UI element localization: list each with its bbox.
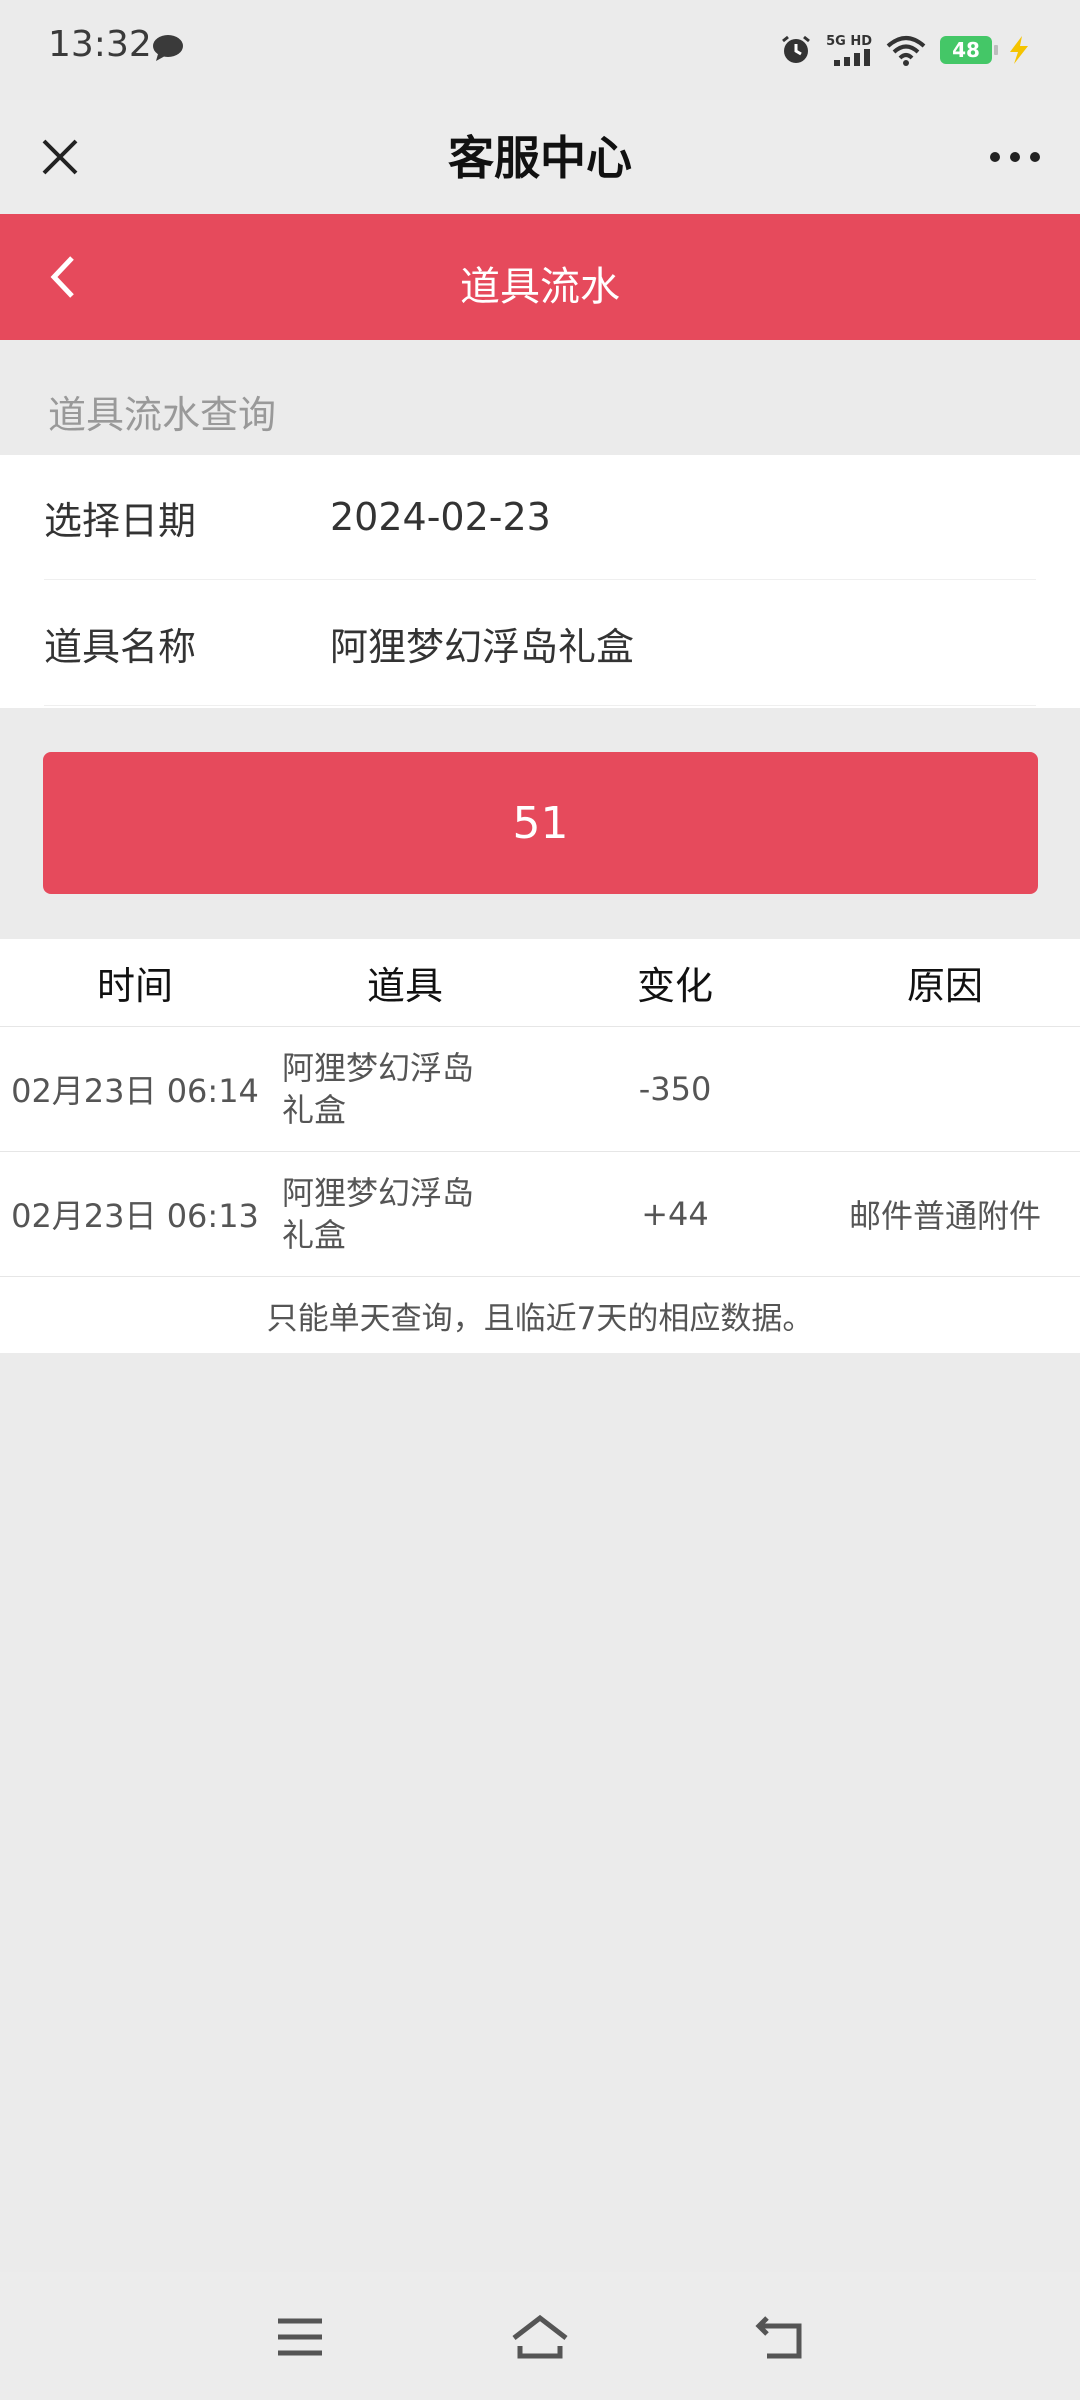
item-row[interactable]: 道具名称 阿狸梦幻浮岛礼盒 [44,581,1036,706]
home-icon [512,2314,568,2359]
home-button[interactable] [500,2302,580,2372]
row-time: 02月23日 06:13 [11,1197,259,1235]
table-row: 02月23日 06:14 阿狸梦幻浮岛礼盒 -350 [0,1027,1080,1152]
system-nav-bar [0,2272,1080,2400]
column-header-time: 时间 [96,964,173,1008]
title-bar: 客服中心 [0,100,1080,214]
row-reason: 邮件普通附件 [848,1197,1041,1235]
date-label: 选择日期 [44,498,197,543]
table-header: 时间 道具 变化 原因 [0,939,1080,1027]
section-header: 道具流水 [0,214,1080,340]
page-title: 客服中心 [448,131,632,185]
column-header-reason: 原因 [906,964,983,1008]
page: 13:32 5G HD 48 客服中心 道具流水 道具流水查询 选择日期 202… [0,0,1080,2400]
more-icon [990,152,1040,162]
status-icons: 5G HD 48 [780,30,1032,70]
menu-icon [278,2318,322,2356]
row-item: 阿狸梦幻浮岛礼盒 [282,1174,475,1254]
alarm-icon [780,34,812,66]
signal-icon: 5G HD [826,35,872,66]
item-field[interactable]: 阿狸梦幻浮岛礼盒 [330,616,634,671]
more-button[interactable] [980,127,1050,187]
back-icon [755,2316,802,2359]
column-header-change: 变化 [636,964,713,1008]
menu-button[interactable] [260,2302,340,2372]
section-label: 道具流水查询 [48,393,277,437]
date-row[interactable]: 选择日期 2024-02-23 [44,455,1036,580]
header-title: 道具流水 [460,264,620,310]
status-bar: 13:32 5G HD 48 [0,0,1080,100]
column-header-item: 道具 [366,964,443,1008]
query-form: 选择日期 2024-02-23 道具名称 阿狸梦幻浮岛礼盒 [0,455,1080,708]
battery-icon: 48 [940,36,998,64]
row-change: -350 [638,1070,712,1108]
row-change: +44 [641,1195,709,1233]
query-note: 只能单天查询，且临近7天的相应数据。 [266,1300,814,1337]
row-item: 阿狸梦幻浮岛礼盒 [282,1049,475,1129]
row-time: 02月23日 06:14 [11,1072,259,1110]
status-time: 13:32 [48,24,152,65]
network-type: 5G HD [826,33,872,49]
wifi-icon [886,34,926,66]
item-label: 道具名称 [44,624,197,669]
table-row: 02月23日 06:13 阿狸梦幻浮岛礼盒 +44 邮件普通附件 [0,1152,1080,1277]
message-icon [152,34,184,62]
charging-icon [1006,35,1032,65]
date-field[interactable]: 2024-02-23 [330,495,551,539]
row-reason [810,1027,1080,1151]
results-table: 时间 道具 变化 原因 02月23日 06:14 阿狸梦幻浮岛礼盒 -350 0… [0,939,1080,1353]
query-button[interactable]: 51 [43,752,1038,894]
back-nav-button[interactable] [740,2302,820,2372]
